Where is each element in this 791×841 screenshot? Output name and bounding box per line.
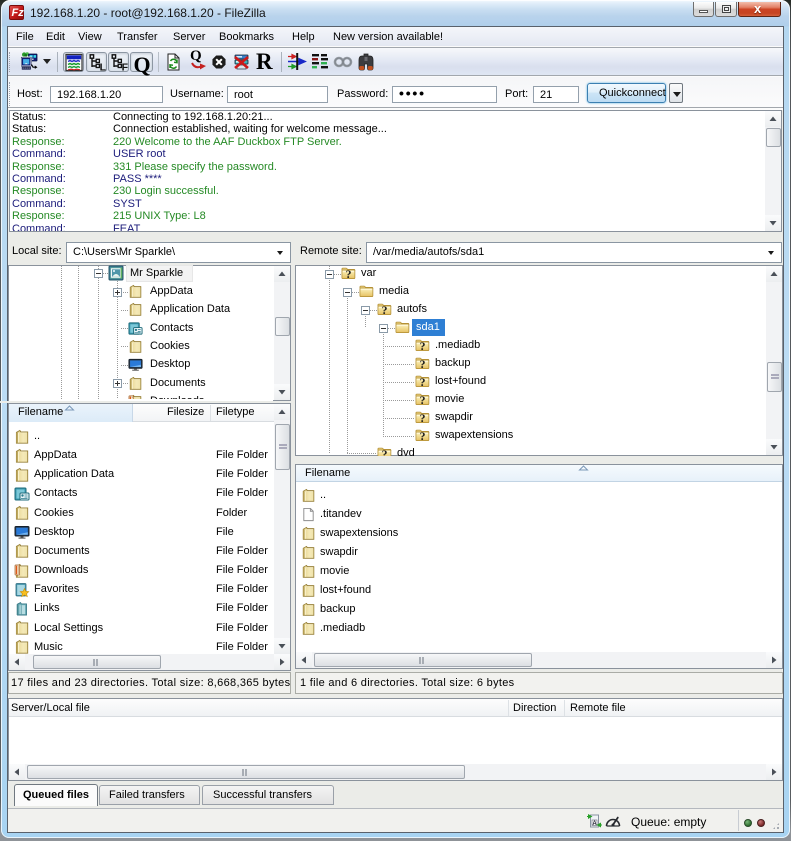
svg-text:F: F xyxy=(121,62,128,74)
svg-text:L: L xyxy=(99,62,106,74)
svg-text:A: A xyxy=(592,821,597,827)
